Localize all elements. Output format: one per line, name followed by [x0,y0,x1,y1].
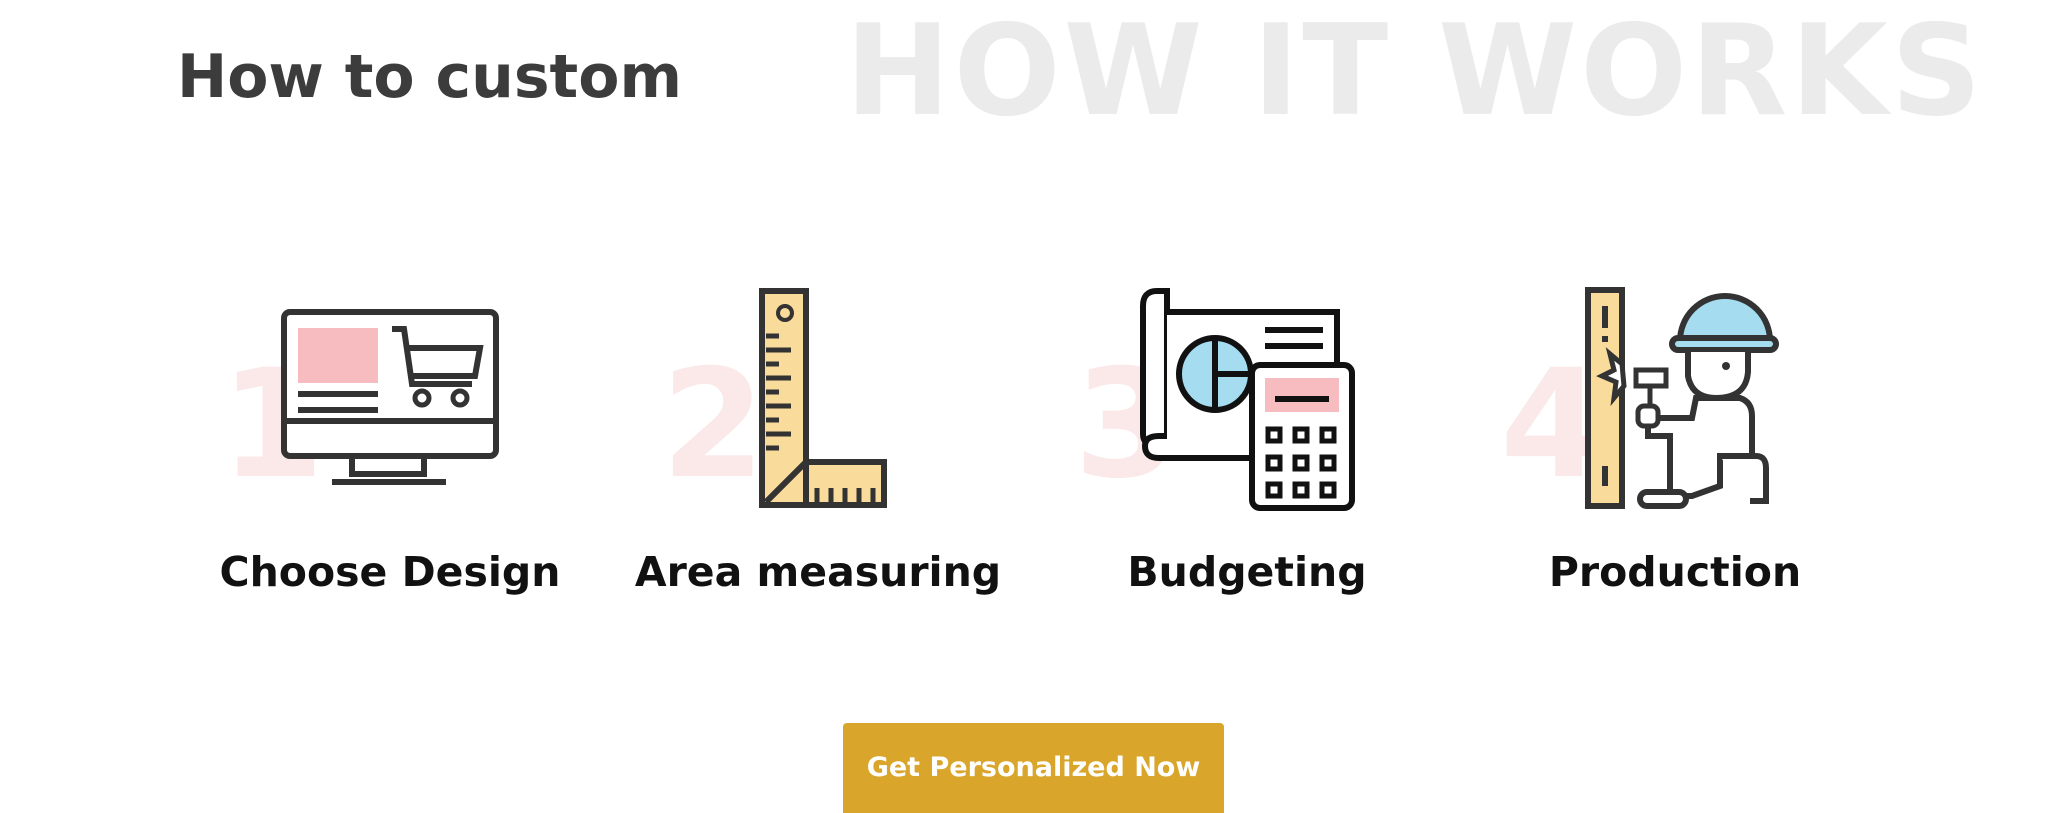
monitor-cart-icon [281,309,499,485]
step-choose-design: 1 Choose Design [175,280,605,620]
step-number: 2 [661,338,766,512]
section-heading: How to custom [177,42,682,112]
set-square-ruler-icon [759,288,887,508]
step-area-measuring: 2 Area measuring [603,280,1033,620]
step-label: Budgeting [1127,548,1367,596]
step-production: 4 Production [1460,280,1890,620]
section-watermark-title: HOW IT WORKS [845,0,1985,144]
step-label: Production [1548,548,1802,596]
blueprint-calculator-icon [1140,288,1355,511]
get-personalized-button[interactable]: Get Personalized Now [843,723,1224,813]
step-label: Choose Design [219,548,561,596]
worker-hammer-icon [1585,287,1779,509]
step-label: Area measuring [634,548,1002,596]
step-budgeting: 3 Budgeting [1032,280,1462,620]
